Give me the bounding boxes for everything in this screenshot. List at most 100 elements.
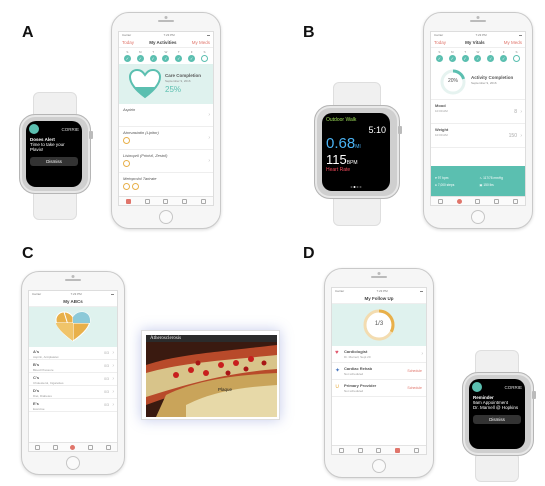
my-meds-link[interactable]: My Meds: [504, 40, 522, 45]
panel-label-a: A: [22, 24, 34, 41]
home-button[interactable]: [66, 456, 80, 470]
day-complete-icon[interactable]: ✓: [162, 55, 170, 62]
abc-row-c[interactable]: C's Cholesterol, Cigarettes 0/3 ›: [29, 373, 117, 386]
chevron-right-icon: ›: [520, 108, 522, 115]
home-button[interactable]: [159, 210, 173, 224]
today-link[interactable]: Today: [122, 40, 134, 45]
chevron-right-icon: ›: [112, 376, 114, 382]
day-label: T: [464, 50, 467, 54]
artery-illustration: [146, 335, 277, 417]
med-row-aspirin[interactable]: Aspirin ›: [119, 104, 213, 127]
vital-row-mood[interactable]: Mood 10:00 AM 8 ›: [431, 100, 525, 124]
watch-crown[interactable]: [532, 391, 536, 399]
abcs-heart-card: [29, 307, 117, 347]
day-complete-icon[interactable]: ✓: [149, 55, 157, 62]
page-indicator: [350, 186, 362, 188]
vital-value: 150: [508, 132, 517, 139]
day-label: S: [203, 50, 206, 54]
day-complete-icon[interactable]: ✓: [487, 55, 495, 62]
med-name: Aspirin: [123, 107, 136, 112]
tab-vitals-icon[interactable]: [52, 444, 58, 450]
tab-bar: [29, 442, 117, 451]
tab-more-icon[interactable]: [201, 198, 207, 204]
tab-learn-icon[interactable]: [376, 447, 382, 453]
watch-crown[interactable]: [89, 131, 93, 139]
day-incomplete-icon[interactable]: [512, 55, 520, 62]
tab-followup-icon[interactable]: [182, 198, 188, 204]
watch-crown[interactable]: [398, 126, 402, 134]
abc-row-a[interactable]: A's Aspirin, Antiplatelet 0/3 ›: [29, 347, 117, 360]
day-complete-icon[interactable]: ✓: [448, 55, 456, 62]
tab-followup-icon[interactable]: [494, 198, 500, 204]
abc-row-b[interactable]: B's Blood Pressure 0/3 ›: [29, 360, 117, 373]
day-complete-icon[interactable]: ✓: [188, 55, 196, 62]
vital-time: 10:00 AM: [435, 109, 448, 113]
summary-value: 117/78 mmHg: [483, 175, 503, 180]
med-row-metoprolol[interactable]: Metoprolol Tartrate: [119, 173, 213, 193]
tab-vitals-icon[interactable]: [357, 447, 363, 453]
schedule-button[interactable]: Schedule: [407, 386, 422, 390]
tab-more-icon[interactable]: [513, 198, 519, 204]
heart-icon: [129, 69, 161, 99]
day-complete-icon[interactable]: ✓: [175, 55, 183, 62]
tab-more-icon[interactable]: [105, 444, 111, 450]
iphone-activities: Carrier 7:23 PM ▬ Today My Activities My…: [111, 12, 221, 229]
tab-bar: [431, 196, 525, 205]
tab-followup-icon[interactable]: [88, 444, 94, 450]
tab-more-icon[interactable]: [414, 447, 420, 453]
plaque-label: Plaque: [218, 387, 233, 392]
tab-activities-icon[interactable]: [125, 198, 131, 204]
pill-icon[interactable]: [123, 160, 130, 167]
abcs-screen: Carrier 7:23 PM ▬ My ABCs A's Aspirin, A…: [28, 290, 118, 452]
chevron-right-icon: ›: [112, 350, 114, 356]
day-complete-icon[interactable]: ✓: [136, 55, 144, 62]
tab-followup-icon[interactable]: [395, 447, 401, 453]
follow-up-row-cardiologist[interactable]: ♥ Cardiologist Dr. Marnell, Sept 20 ›: [332, 346, 426, 363]
day-incomplete-icon[interactable]: [200, 55, 208, 62]
schedule-button[interactable]: Schedule: [407, 369, 422, 373]
tab-vitals-icon[interactable]: [456, 198, 462, 204]
tab-vitals-icon[interactable]: [144, 198, 150, 204]
day-complete-icon[interactable]: ✓: [123, 55, 131, 62]
follow-up-row-cardiac-rehab[interactable]: ✦ Cardiac Rehab Not scheduled Schedule: [332, 363, 426, 380]
watch-band-bottom: [475, 452, 519, 482]
chevron-right-icon: ›: [112, 389, 114, 395]
atherosclerosis-video[interactable]: Atherosclerosis Plaque: [141, 330, 280, 420]
speaker: [65, 279, 81, 281]
workout-time: 5:10: [368, 125, 386, 135]
follow-up-row-primary-provider[interactable]: ∪ Primary Provider Not scheduled Schedul…: [332, 380, 426, 397]
tab-activities-icon[interactable]: [338, 447, 344, 453]
chevron-right-icon: ›: [208, 158, 210, 164]
tab-activities-icon[interactable]: [437, 198, 443, 204]
page-title: My Follow Up: [364, 296, 394, 301]
dismiss-button[interactable]: Dismiss: [473, 415, 521, 424]
tab-learn-icon[interactable]: [163, 198, 169, 204]
vitals-screen: Carrier 7:23 PM ▬ Today My Vitals My Med…: [430, 31, 526, 206]
tab-activities-icon[interactable]: [35, 444, 41, 450]
watch-screen: CORRIE Reminder 9am Appointment Dr. Marn…: [469, 379, 525, 449]
dismiss-button[interactable]: Dismiss: [30, 157, 78, 166]
chevron-right-icon: ›: [421, 351, 423, 357]
abc-row-e[interactable]: E's Exercise 0/3 ›: [29, 399, 117, 412]
day-complete-icon[interactable]: ✓: [461, 55, 469, 62]
day-complete-icon[interactable]: ✓: [435, 55, 443, 62]
bpm-value: 115: [326, 152, 347, 167]
home-button[interactable]: [471, 210, 485, 224]
workout-title: Outdoor Walk: [326, 117, 357, 123]
pill-icon[interactable]: [123, 183, 130, 190]
vital-row-weight[interactable]: Weight 10:00 AM 150 ›: [431, 124, 525, 148]
tab-learn-icon[interactable]: [70, 444, 76, 450]
med-row-atorvastatin[interactable]: Atorvastatin (Lipitor) ›: [119, 127, 213, 150]
abc-row-d[interactable]: D's Diet, Diabetes 0/3 ›: [29, 386, 117, 399]
follow-up-screen: Carrier 7:23 PM ▬ My Follow Up 1/3 ♥ Car…: [331, 287, 427, 455]
pill-icon[interactable]: [123, 137, 130, 144]
day-complete-icon[interactable]: ✓: [500, 55, 508, 62]
day-complete-icon[interactable]: ✓: [474, 55, 482, 62]
pill-icon[interactable]: [132, 183, 139, 190]
today-link[interactable]: Today: [434, 40, 446, 45]
my-meds-link[interactable]: My Meds: [192, 40, 210, 45]
med-row-lisinopril[interactable]: Lisinopril (Prinivil, Zestril) ›: [119, 150, 213, 173]
home-button[interactable]: [372, 459, 386, 473]
tab-learn-icon[interactable]: [475, 198, 481, 204]
day-label: F: [190, 50, 193, 54]
